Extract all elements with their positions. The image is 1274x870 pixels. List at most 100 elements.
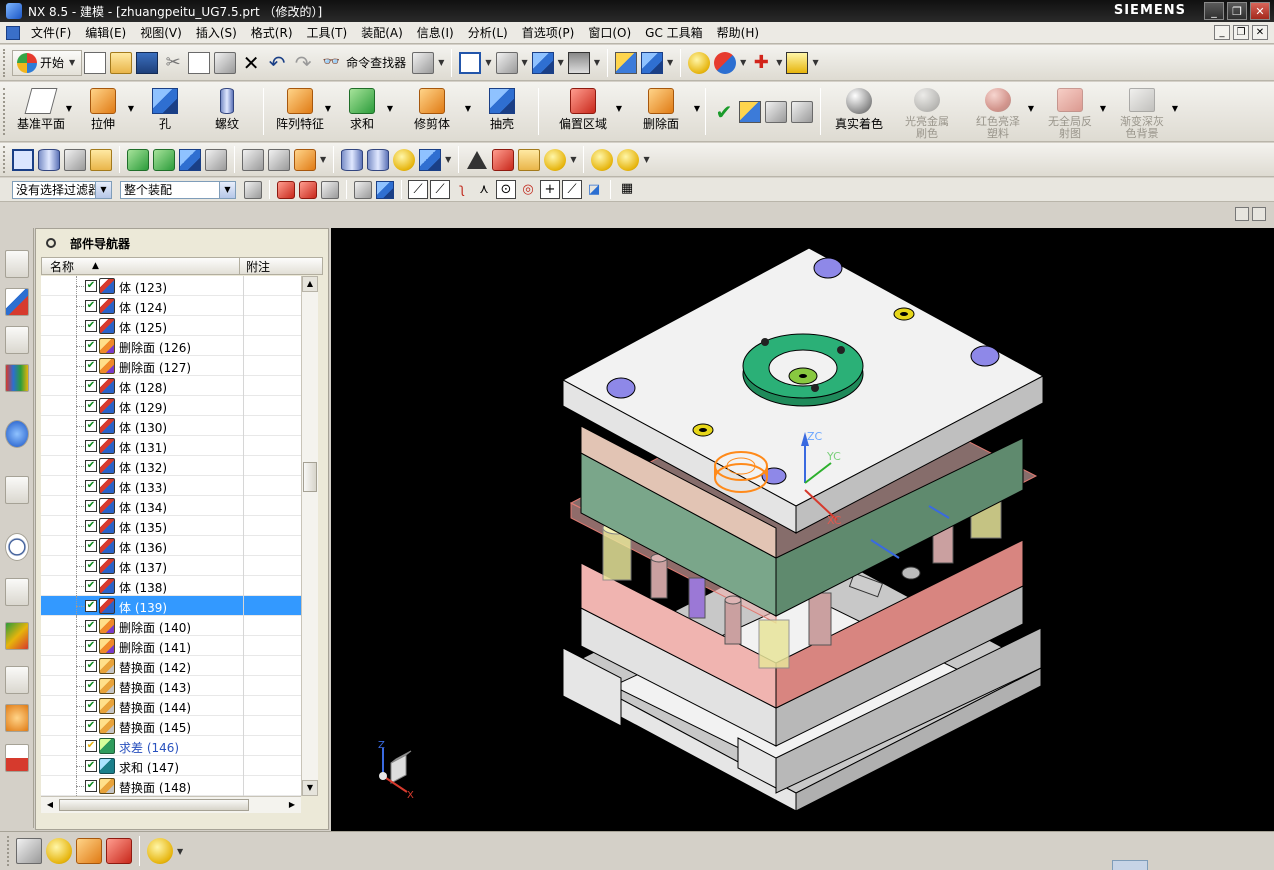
tree-row[interactable]: ✔ 体 (139) (41, 596, 301, 616)
visibility-checkbox[interactable]: ✔ (85, 760, 97, 772)
visibility-checkbox[interactable]: ✔ (85, 360, 97, 372)
visibility-checkbox[interactable]: ✔ (85, 520, 97, 532)
roles-tab-icon[interactable] (5, 704, 29, 732)
scroll-down-icon[interactable]: ▼ (302, 780, 318, 796)
tree-row[interactable]: ✔ 替换面 (148) (41, 776, 301, 796)
command-finder-button[interactable]: 👓 命令查找器 (320, 54, 406, 72)
tree-row[interactable]: ✔ 体 (128) (41, 376, 301, 396)
scroll-thumb[interactable] (59, 799, 249, 811)
toolbar-grip[interactable] (3, 48, 7, 77)
tree-row[interactable]: ✔ 替换面 (143) (41, 676, 301, 696)
status-tab[interactable] (1112, 860, 1148, 870)
pin-icon[interactable] (46, 238, 56, 248)
tree-row[interactable]: ✔ 体 (133) (41, 476, 301, 496)
chevron-down-icon[interactable]: ▼ (667, 58, 673, 67)
tree-row[interactable]: ✔ 体 (124) (41, 296, 301, 316)
snap-quadrant-button[interactable]: ◎ (518, 180, 538, 199)
gradient-background-button[interactable]: 渐变深灰 色背景 ▼ (1106, 84, 1178, 140)
menu-information[interactable]: 信息(I) (410, 24, 461, 41)
visibility-checkbox[interactable]: ✔ (85, 400, 97, 412)
visibility-checkbox[interactable]: ✔ (85, 620, 97, 632)
tree-row[interactable]: ✔ 求和 (147) (41, 756, 301, 776)
stack-icon[interactable] (38, 148, 60, 171)
sketch-icon[interactable] (412, 51, 435, 74)
restore-button[interactable]: ❐ (1227, 2, 1247, 20)
visibility-checkbox[interactable]: ✔ (85, 700, 97, 712)
visibility-checkbox[interactable]: ✔ (85, 680, 97, 692)
snap-settings-icon[interactable] (688, 51, 711, 74)
toolbar-grip[interactable] (3, 146, 7, 173)
clock-tab-icon[interactable] (5, 533, 29, 561)
part-navigator-tab-icon[interactable] (5, 326, 29, 354)
triangle-icon[interactable] (466, 149, 488, 171)
check-mate-icon[interactable]: ✔ (713, 101, 735, 123)
edit-icon[interactable] (90, 148, 112, 171)
move-component-icon[interactable] (76, 838, 102, 864)
coordinate-icon[interactable] (791, 100, 813, 123)
chevron-down-icon[interactable]: ▼ (485, 58, 491, 67)
tree-row[interactable]: ✔ 体 (123) (41, 276, 301, 296)
visibility-checkbox[interactable]: ✔ (85, 480, 97, 492)
washer-icon[interactable] (393, 148, 416, 171)
assembly-constraints-icon[interactable] (739, 100, 761, 123)
ruler-icon[interactable] (786, 51, 809, 74)
tree-row[interactable]: ✔ 体 (125) (41, 316, 301, 336)
tree-row[interactable]: ✔ 删除面 (126) (41, 336, 301, 356)
coins-icon[interactable] (591, 148, 614, 171)
scroll-left-icon[interactable]: ◀ (43, 798, 57, 812)
grid-icon[interactable]: ▦ (618, 181, 636, 199)
undo-icon[interactable]: ↶ (266, 52, 288, 74)
visibility-checkbox[interactable]: ✔ (85, 340, 97, 352)
scroll-thumb[interactable] (303, 462, 317, 492)
tree-row[interactable]: ✔ 求差 (146) (41, 736, 301, 756)
assembly-navigator-tab-icon[interactable] (5, 250, 29, 278)
visibility-checkbox[interactable]: ✔ (85, 420, 97, 432)
redo-icon[interactable]: ↷ (292, 52, 314, 74)
menu-format[interactable]: 格式(R) (244, 24, 300, 41)
surface-icon[interactable] (242, 148, 264, 171)
doc-close-button[interactable]: ✕ (1252, 25, 1268, 40)
select-component-icon[interactable] (12, 148, 34, 171)
add-component-icon[interactable] (46, 838, 72, 864)
copy-icon[interactable] (188, 51, 211, 74)
menu-help[interactable]: 帮助(H) (710, 24, 766, 41)
note-column-header[interactable]: 附注 (240, 258, 270, 275)
visibility-checkbox[interactable]: ✔ (85, 560, 97, 572)
true-shading-button[interactable]: 真实着色 (826, 84, 892, 140)
brushed-metal-button[interactable]: 光亮金属 刷色 (892, 84, 962, 140)
visibility-checkbox[interactable]: ✔ (85, 660, 97, 672)
doc-restore-button[interactable]: ❐ (1233, 25, 1249, 40)
menu-gc-toolkit[interactable]: GC 工具箱 (638, 24, 710, 41)
restore-layout-icon[interactable] (1235, 207, 1249, 221)
hole-button[interactable]: 孔 (134, 84, 196, 140)
solid-cube-icon[interactable] (376, 180, 394, 199)
chevron-down-icon[interactable]: ▼ (570, 155, 576, 164)
datum-plane-button[interactable]: 基准平面 ▼ (10, 84, 72, 140)
select-icon[interactable] (16, 838, 42, 864)
assembly-navigator-icon[interactable] (614, 51, 637, 74)
reuse-library-tab-icon[interactable] (5, 364, 29, 392)
chevron-down-icon[interactable]: ▼ (740, 58, 746, 67)
tree-row[interactable]: ✔ 删除面 (141) (41, 636, 301, 656)
visibility-checkbox[interactable]: ✔ (85, 380, 97, 392)
offset-region-button[interactable]: 偏置区域 ▼ (544, 84, 622, 140)
web-browser-tab-icon[interactable] (5, 420, 29, 448)
graphics-window[interactable]: ZC YC XC Z X (331, 228, 1274, 831)
selection-scope-dropdown[interactable]: 整个装配 ▼ (120, 180, 236, 199)
palette-tab-icon[interactable] (5, 744, 29, 772)
move-component-icon[interactable] (153, 148, 175, 171)
chevron-down-icon[interactable]: ▼ (812, 58, 818, 67)
scroll-right-icon[interactable]: ▶ (285, 798, 299, 812)
visibility-checkbox[interactable]: ✔ (85, 460, 97, 472)
cut-icon[interactable]: ✂ (162, 52, 184, 74)
visibility-checkbox[interactable]: ✔ (85, 440, 97, 452)
document-icon[interactable] (6, 25, 20, 40)
mold-assembly-model[interactable]: ZC YC XC Z X (331, 228, 1274, 831)
rotate-view-icon[interactable] (495, 51, 518, 74)
chevron-down-icon[interactable]: ▼ (522, 58, 528, 67)
fit-view-icon[interactable] (459, 51, 482, 74)
chevron-down-icon[interactable]: ▼ (1172, 104, 1178, 113)
gear-icon[interactable] (544, 148, 567, 171)
menu-preferences[interactable]: 首选项(P) (515, 24, 582, 41)
shaded-cube-icon[interactable] (531, 51, 554, 74)
